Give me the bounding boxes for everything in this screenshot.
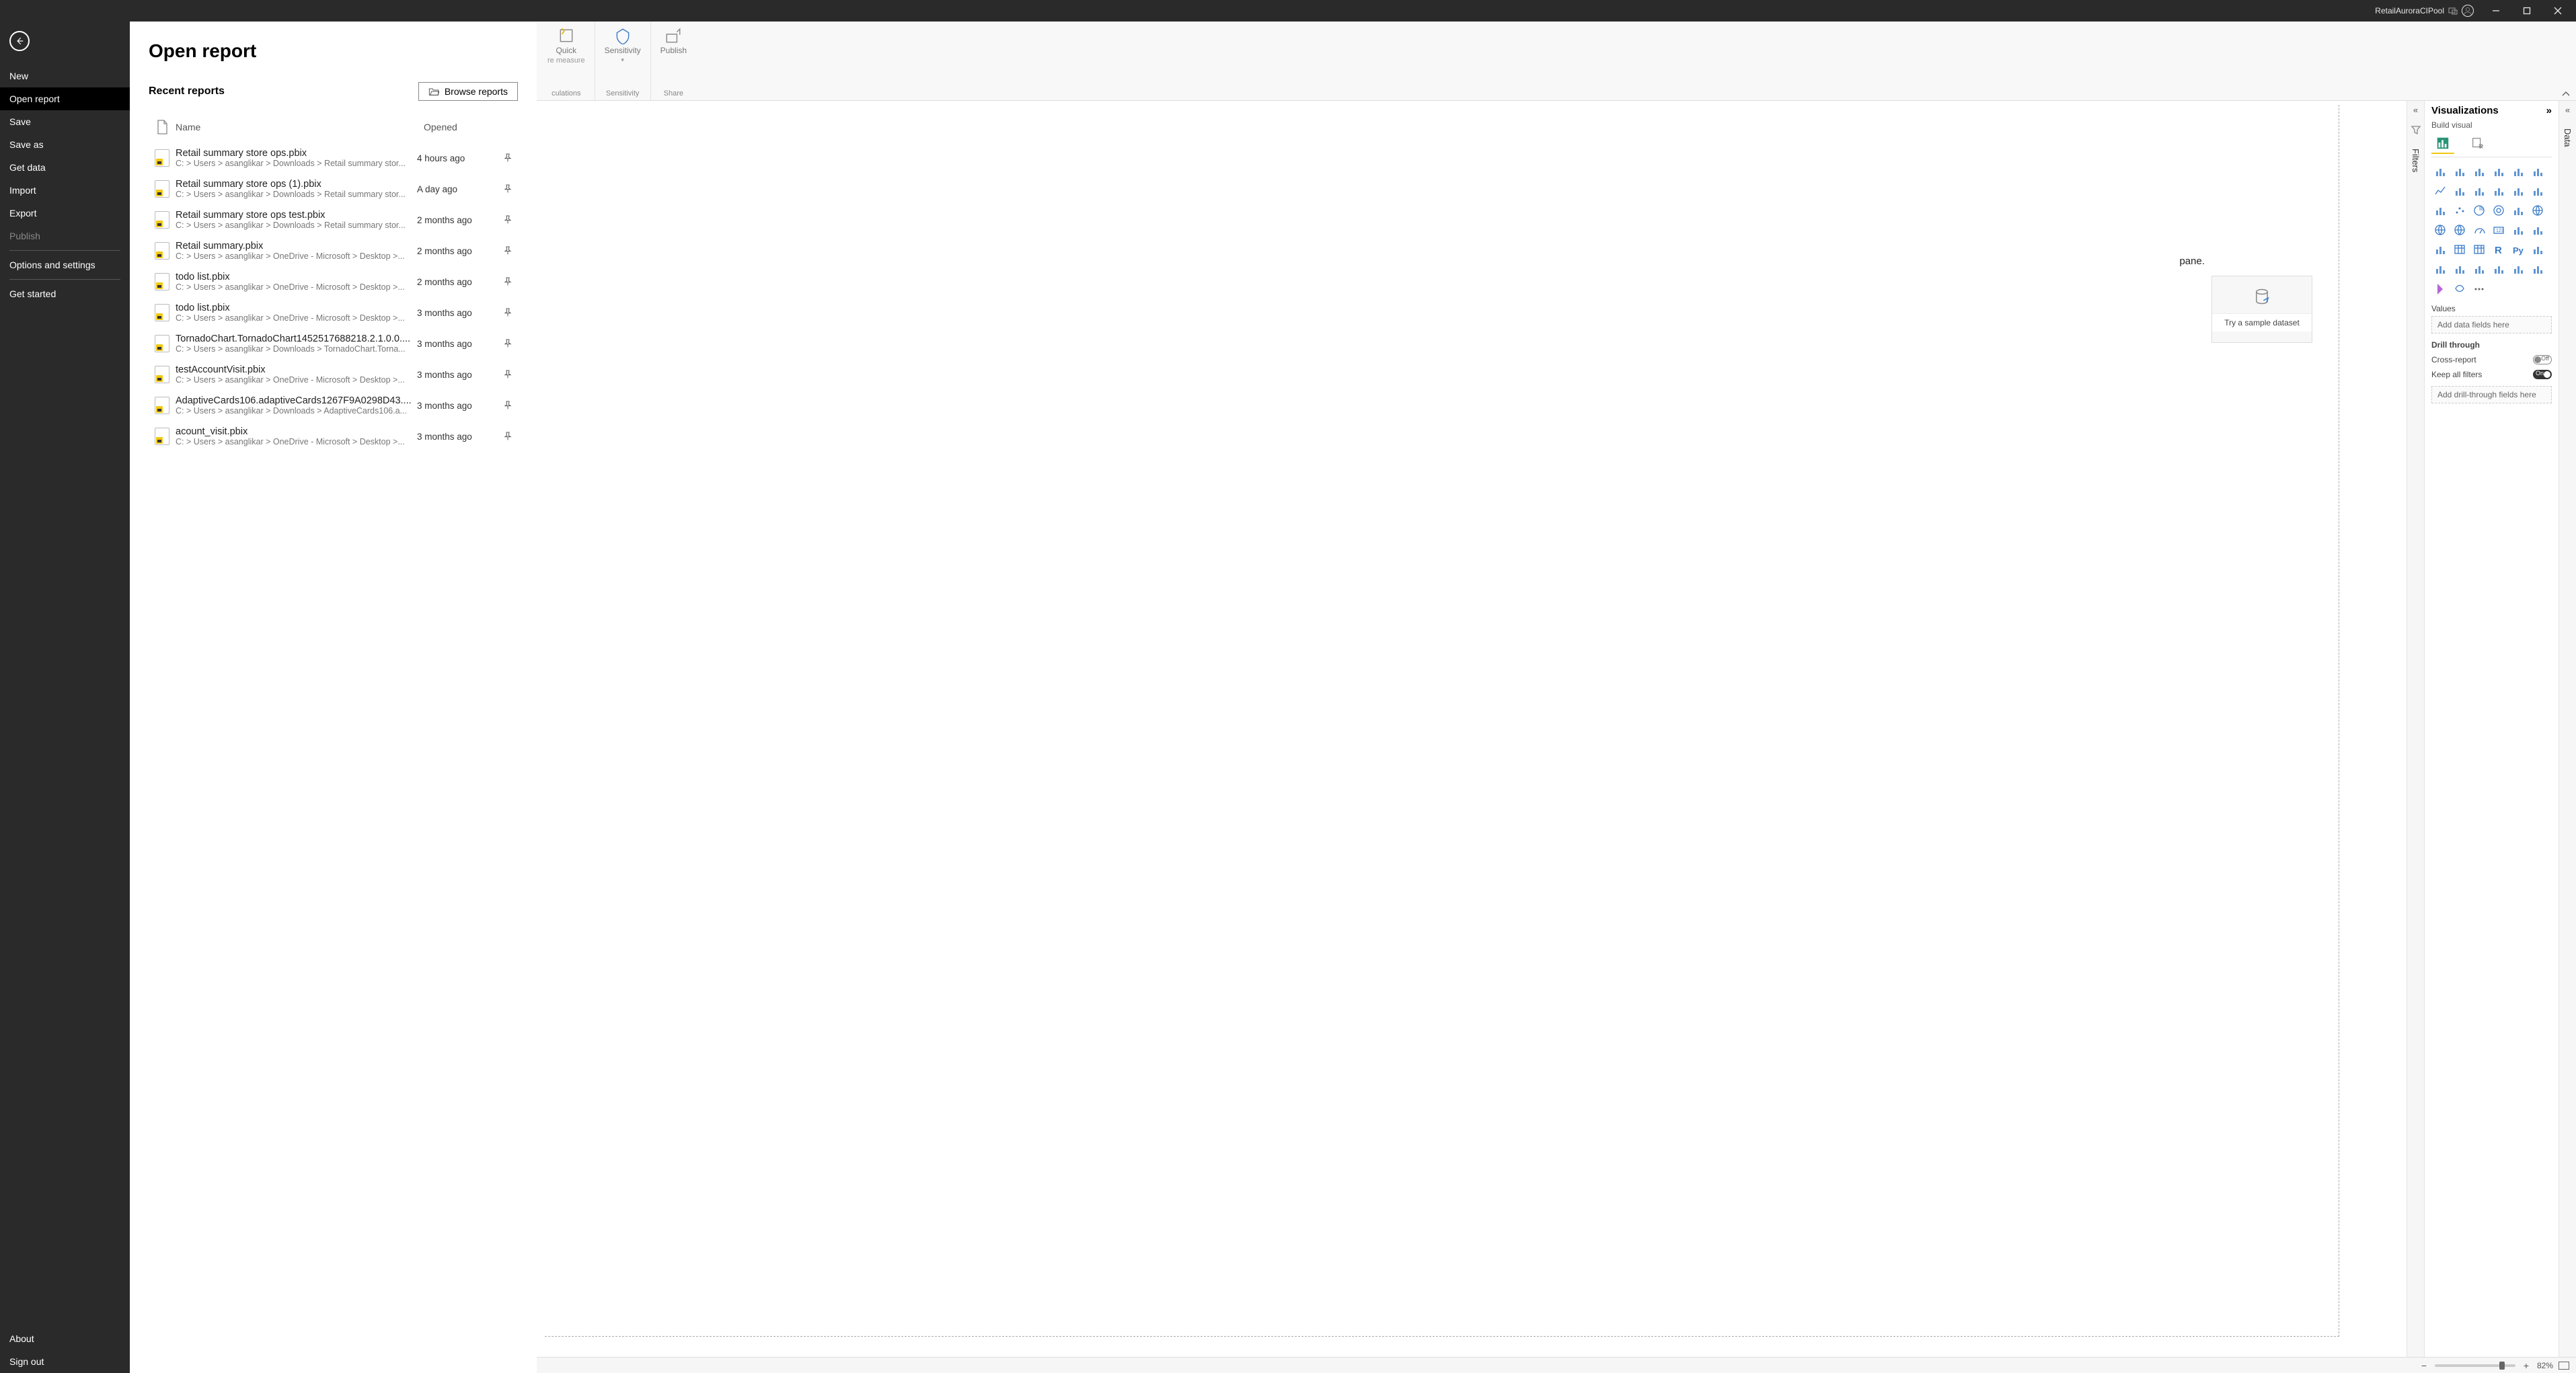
- browse-reports-button[interactable]: Browse reports: [418, 82, 518, 101]
- backstage-item-get-data[interactable]: Get data: [0, 156, 130, 179]
- recent-report-row[interactable]: AdaptiveCards106.adaptiveCards1267F9A029…: [149, 390, 518, 421]
- window-maximize-button[interactable]: [2511, 0, 2542, 22]
- pin-button[interactable]: [498, 338, 518, 349]
- pin-button[interactable]: [498, 153, 518, 163]
- recent-report-row[interactable]: Retail summary.pbixC: > Users > asanglik…: [149, 235, 518, 266]
- folder-open-icon: [428, 87, 439, 96]
- recent-report-row[interactable]: todo list.pbixC: > Users > asanglikar > …: [149, 297, 518, 328]
- pbix-file-icon: [155, 304, 169, 321]
- report-opened: 4 hours ago: [417, 153, 498, 163]
- backstage-item-export[interactable]: Export: [0, 202, 130, 225]
- file-backstage: NewOpen reportSaveSave asGet dataImportE…: [0, 22, 2576, 1373]
- backstage-item-about[interactable]: About: [0, 1327, 130, 1350]
- report-filename: todo list.pbix: [176, 272, 417, 282]
- page-title: Open report: [149, 40, 518, 62]
- recent-report-row[interactable]: acount_visit.pbixC: > Users > asanglikar…: [149, 421, 518, 452]
- account-indicator[interactable]: RetailAuroraCIPool: [2375, 5, 2474, 17]
- report-filename: Retail summary store ops (1).pbix: [176, 179, 417, 190]
- recent-reports-list: Retail summary store ops.pbixC: > Users …: [149, 143, 518, 1373]
- report-filename: todo list.pbix: [176, 303, 417, 313]
- report-opened: 3 months ago: [417, 401, 498, 411]
- account-devices-icon: [2448, 6, 2458, 15]
- report-opened: 3 months ago: [417, 432, 498, 442]
- pbix-file-icon: [155, 397, 169, 414]
- backstage-item-sign-out[interactable]: Sign out: [0, 1350, 130, 1373]
- window-minimize-button[interactable]: [2480, 0, 2511, 22]
- account-name: RetailAuroraCIPool: [2375, 6, 2444, 15]
- arrow-left-icon: [15, 36, 24, 46]
- backstage-item-new[interactable]: New: [0, 65, 130, 87]
- backstage-item-import[interactable]: Import: [0, 179, 130, 202]
- report-filepath: C: > Users > asanglikar > Downloads > Re…: [176, 159, 417, 168]
- recent-report-row[interactable]: Retail summary store ops.pbixC: > Users …: [149, 143, 518, 173]
- report-opened: 3 months ago: [417, 339, 498, 349]
- report-filename: acount_visit.pbix: [176, 426, 417, 437]
- report-opened: 3 months ago: [417, 308, 498, 318]
- backstage-content: Open report Recent reports Browse report…: [130, 22, 537, 1373]
- backstage-item-publish: Publish: [0, 225, 130, 247]
- report-opened: A day ago: [417, 184, 498, 194]
- pin-button[interactable]: [498, 184, 518, 194]
- recent-list-header: Name Opened: [149, 116, 518, 143]
- report-filename: Retail summary.pbix: [176, 241, 417, 251]
- column-name-header: Name: [176, 122, 424, 132]
- pin-button[interactable]: [498, 245, 518, 256]
- report-filepath: C: > Users > asanglikar > Downloads > Re…: [176, 221, 417, 230]
- report-filename: testAccountVisit.pbix: [176, 364, 417, 375]
- recent-report-row[interactable]: Retail summary store ops test.pbixC: > U…: [149, 204, 518, 235]
- pbix-file-icon: [155, 149, 169, 167]
- recent-report-row[interactable]: Retail summary store ops (1).pbixC: > Us…: [149, 173, 518, 204]
- recent-report-row[interactable]: todo list.pbixC: > Users > asanglikar > …: [149, 266, 518, 297]
- browse-reports-label: Browse reports: [445, 86, 508, 97]
- close-icon: [2554, 7, 2562, 15]
- pin-button[interactable]: [498, 214, 518, 225]
- report-filepath: C: > Users > asanglikar > Downloads > Ad…: [176, 406, 417, 416]
- report-opened: 2 months ago: [417, 246, 498, 256]
- recent-report-row[interactable]: testAccountVisit.pbixC: > Users > asangl…: [149, 359, 518, 390]
- pbix-file-icon: [155, 273, 169, 290]
- window-close-button[interactable]: [2542, 0, 2573, 22]
- backstage-item-get-started[interactable]: Get started: [0, 282, 130, 305]
- report-filename: Retail summary store ops.pbix: [176, 148, 417, 159]
- report-filepath: C: > Users > asanglikar > OneDrive - Mic…: [176, 313, 417, 323]
- pin-button[interactable]: [498, 400, 518, 411]
- backstage-item-save-as[interactable]: Save as: [0, 133, 130, 156]
- report-filepath: C: > Users > asanglikar > Downloads > To…: [176, 344, 417, 354]
- report-opened: 3 months ago: [417, 370, 498, 380]
- pbix-file-icon: [155, 242, 169, 260]
- pbix-file-icon: [155, 366, 169, 383]
- backstage-item-save[interactable]: Save: [0, 110, 130, 133]
- report-filepath: C: > Users > asanglikar > OneDrive - Mic…: [176, 251, 417, 261]
- report-filepath: C: > Users > asanglikar > Downloads > Re…: [176, 190, 417, 199]
- backstage-sidebar: NewOpen reportSaveSave asGet dataImportE…: [0, 22, 130, 1373]
- report-filepath: C: > Users > asanglikar > OneDrive - Mic…: [176, 375, 417, 385]
- pin-button[interactable]: [498, 431, 518, 442]
- report-opened: 2 months ago: [417, 215, 498, 225]
- report-filename: AdaptiveCards106.adaptiveCards1267F9A029…: [176, 395, 417, 406]
- recent-reports-title: Recent reports: [149, 85, 225, 97]
- pbix-file-icon: [155, 180, 169, 198]
- pin-button[interactable]: [498, 307, 518, 318]
- report-opened: 2 months ago: [417, 277, 498, 287]
- recent-report-row[interactable]: TornadoChart.TornadoChart1452517688218.2…: [149, 328, 518, 359]
- pin-button[interactable]: [498, 369, 518, 380]
- report-filename: TornadoChart.TornadoChart1452517688218.2…: [176, 334, 417, 344]
- report-filepath: C: > Users > asanglikar > OneDrive - Mic…: [176, 282, 417, 292]
- back-button[interactable]: [9, 31, 30, 51]
- maximize-icon: [2523, 7, 2531, 15]
- backstage-item-options-and-settings[interactable]: Options and settings: [0, 253, 130, 276]
- avatar-icon: [2462, 5, 2474, 17]
- file-icon: [156, 120, 168, 134]
- window-titlebar: RetailAuroraCIPool: [0, 0, 2576, 22]
- pbix-file-icon: [155, 428, 169, 445]
- column-opened-header: Opened: [424, 122, 518, 132]
- pin-button[interactable]: [498, 276, 518, 287]
- report-filepath: C: > Users > asanglikar > OneDrive - Mic…: [176, 437, 417, 446]
- pbix-file-icon: [155, 335, 169, 352]
- minimize-icon: [2492, 7, 2500, 15]
- backstage-item-open-report[interactable]: Open report: [0, 87, 130, 110]
- report-filename: Retail summary store ops test.pbix: [176, 210, 417, 221]
- pbix-file-icon: [155, 211, 169, 229]
